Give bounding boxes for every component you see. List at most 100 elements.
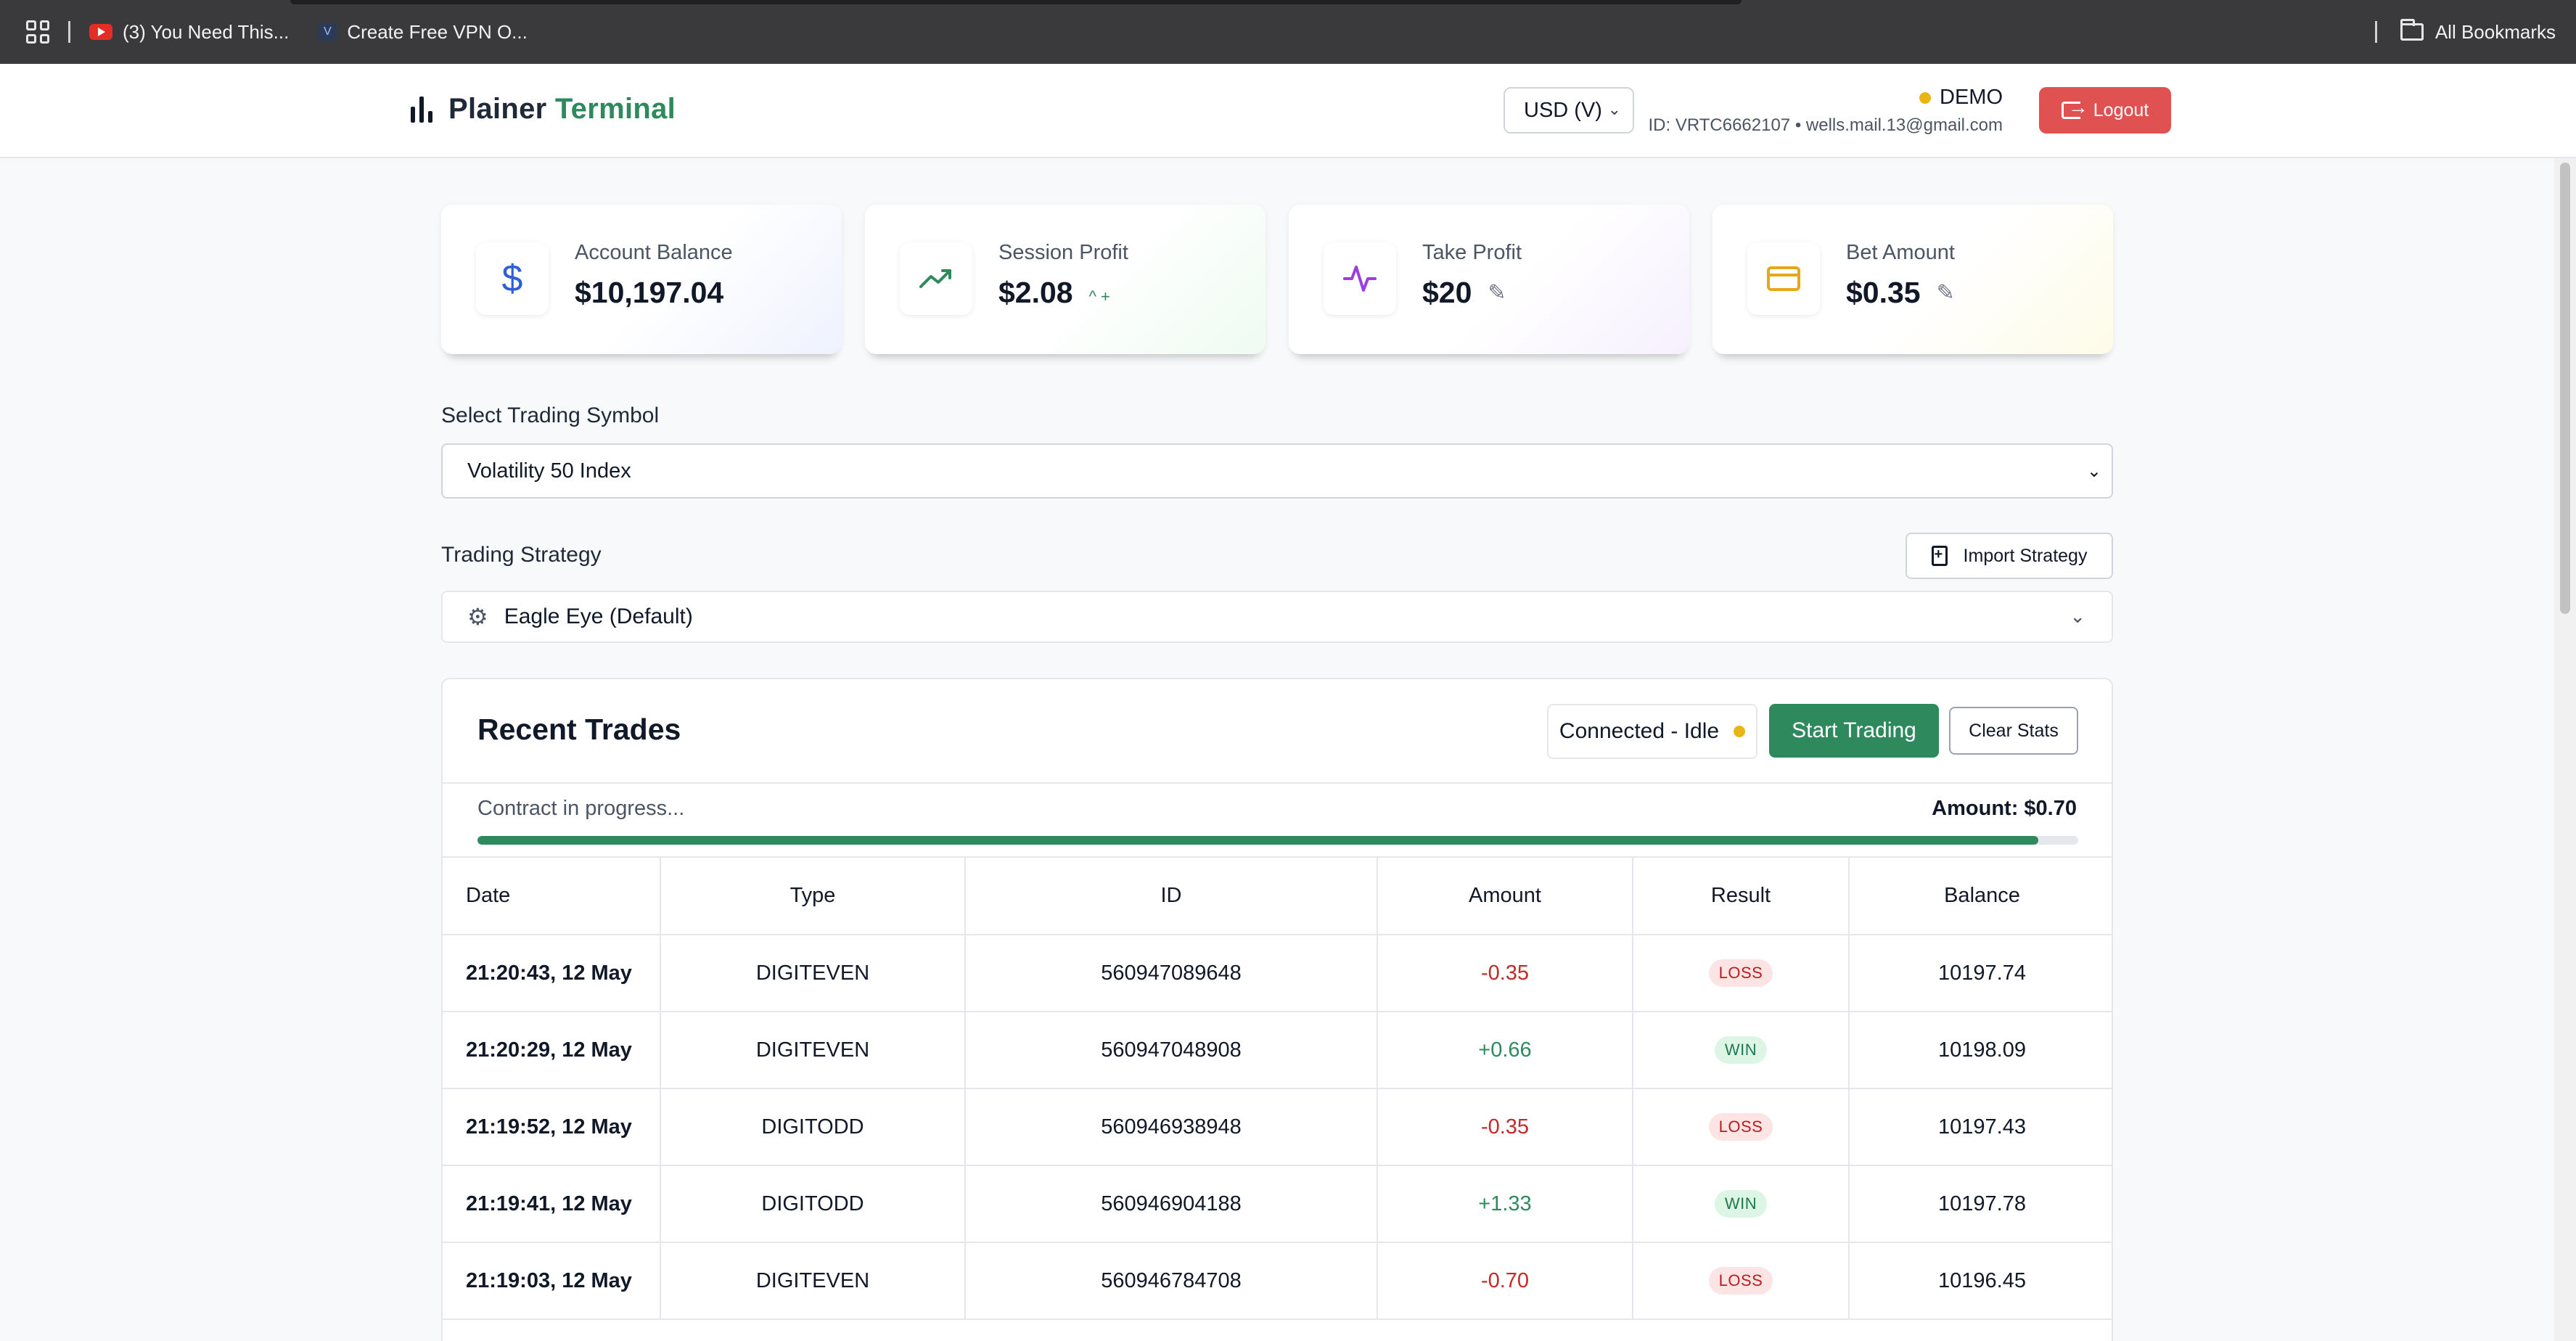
balance-cell: 10197.43: [1849, 1088, 2112, 1166]
all-bookmarks-button[interactable]: All Bookmarks: [2435, 21, 2556, 44]
table-row[interactable]: 21:20:29, 12 May DIGITEVEN 560947048908 +0.…: [443, 1012, 2112, 1089]
column-header-balance[interactable]: Balance: [1849, 858, 2112, 935]
card-label: Take Profit: [1422, 241, 1522, 264]
progress-fill: [477, 836, 2038, 845]
column-header-date[interactable]: Date: [443, 858, 661, 935]
logout-button[interactable]: Logout: [2039, 87, 2171, 134]
contract-progress-label: Contract in progress...: [477, 797, 685, 820]
import-strategy-label: Import Strategy: [1963, 545, 2088, 566]
result-badge: LOSS: [1708, 1267, 1773, 1295]
id-cell: 560946904188: [965, 1165, 1378, 1243]
id-cell: 560947048908: [965, 1012, 1378, 1089]
result-cell: LOSS: [1633, 1242, 1850, 1320]
clear-stats-button[interactable]: Clear Stats: [1949, 707, 2078, 755]
activity-icon: [1324, 242, 1396, 315]
table-row[interactable]: 21:19:41, 12 May DIGITODD 560946904188 +1.3…: [443, 1165, 2112, 1243]
card-value: $10,197.04: [575, 276, 723, 310]
dollar-icon: $: [476, 242, 549, 315]
recent-trades-title: Recent Trades: [477, 713, 681, 746]
date-cell: 21:19:52, 12 May: [443, 1088, 661, 1166]
bet-amount-value: $0.35: [1846, 276, 1921, 309]
browser-tab-edge: [290, 0, 1742, 4]
file-plus-icon: [1931, 546, 1948, 566]
app-logo[interactable]: Plainer Terminal: [411, 93, 676, 126]
vpn-site-icon: V: [318, 22, 337, 41]
balance-cell: 10197.74: [1849, 935, 2112, 1012]
account-mode: DEMO: [1940, 86, 2003, 109]
selected-strategy: Eagle Eye (Default): [504, 604, 693, 628]
card-value: $20 ✎: [1422, 276, 1506, 310]
column-header-id[interactable]: ID: [965, 858, 1378, 935]
column-header-amount[interactable]: Amount: [1377, 858, 1633, 935]
amount-cell: +0.66: [1377, 1012, 1633, 1089]
result-cell: WIN: [1633, 1165, 1850, 1243]
type-cell: DIGITODD: [660, 1088, 966, 1166]
result-badge: WIN: [1714, 1036, 1768, 1064]
import-strategy-button[interactable]: Import Strategy: [1906, 533, 2113, 579]
strategy-label: Trading Strategy: [441, 543, 602, 567]
date-cell: 21:20:43, 12 May: [443, 935, 661, 1012]
type-cell: DIGITODD: [660, 1165, 966, 1243]
balance-cell: 10197.78: [1849, 1165, 2112, 1243]
apps-grid-icon[interactable]: [26, 20, 49, 44]
bookmarks-separator: [2374, 21, 2377, 43]
bookmark-label: Create Free VPN O...: [347, 20, 528, 43]
page-scrollbar[interactable]: [2554, 158, 2576, 1341]
date-cell: 21:20:29, 12 May: [443, 1012, 661, 1089]
take-profit-value: $20: [1422, 276, 1472, 309]
balance-cell: 10198.09: [1849, 1012, 2112, 1089]
edit-take-profit-icon[interactable]: ✎: [1488, 280, 1506, 305]
account-id: ID: VRTC6662107 • wells.mail.13@gmail.co…: [1648, 115, 2003, 135]
card-label: Account Balance: [575, 241, 733, 264]
card-label: Bet Amount: [1846, 241, 1955, 264]
date-cell: 21:19:03, 12 May: [443, 1242, 661, 1320]
edit-bet-amount-icon[interactable]: ✎: [1937, 280, 1955, 305]
card-value: $0.35 ✎: [1846, 276, 1955, 310]
start-trading-button[interactable]: Start Trading: [1769, 704, 1939, 758]
result-cell: WIN: [1633, 1012, 1850, 1089]
currency-value: USD (V): [1524, 98, 1602, 122]
account-balance-card: $ Account Balance $10,197.04: [441, 205, 842, 354]
account-balance-value: $10,197.04: [575, 276, 724, 309]
folder-icon: [2400, 19, 2424, 41]
scrollbar-thumb[interactable]: [2560, 163, 2570, 614]
amount-cell: -0.35: [1377, 1088, 1633, 1166]
chevron-down-icon: ⌄: [2070, 605, 2085, 627]
chevron-down-icon: ⌄: [1607, 100, 1621, 118]
gear-icon: ⚙: [467, 604, 488, 630]
date-cell: 21:19:41, 12 May: [443, 1165, 661, 1243]
column-header-result[interactable]: Result: [1633, 858, 1850, 935]
card-label: Session Profit: [998, 241, 1128, 264]
table-row[interactable]: 21:20:43, 12 May DIGITEVEN 560947089648 -0.…: [443, 935, 2112, 1012]
bet-amount-card: Bet Amount $0.35 ✎: [1712, 205, 2113, 354]
bookmark-label: (3) You Need This...: [123, 20, 290, 43]
type-cell: DIGITEVEN: [660, 935, 966, 1012]
amount-cell: +1.33: [1377, 1165, 1633, 1243]
id-cell: 560946784708: [965, 1242, 1378, 1320]
column-header-type[interactable]: Type: [660, 858, 966, 935]
chevron-down-icon: ⌄: [2086, 462, 2101, 481]
session-profit-card: Session Profit $2.08 ^ +: [865, 205, 1266, 354]
youtube-icon: [89, 24, 112, 40]
take-profit-card: Take Profit $20 ✎: [1289, 205, 1689, 354]
table-row[interactable]: 21:19:52, 12 May DIGITODD 560946938948 -0.3…: [443, 1088, 2112, 1166]
bookmark-youtube[interactable]: (3) You Need This...: [89, 21, 289, 44]
strategy-select[interactable]: ⚙ Eagle Eye (Default) ⌄: [441, 591, 2113, 643]
bookmark-vpn[interactable]: V Create Free VPN O...: [318, 21, 528, 44]
currency-select[interactable]: USD (V) ⌄: [1504, 87, 1634, 134]
card-icon: [1747, 242, 1820, 315]
trades-table: Date Type ID Amount Result Balance 21:20…: [443, 858, 2112, 1320]
connection-status-text: Connected - Idle: [1559, 719, 1720, 743]
id-cell: 560946938948: [965, 1088, 1378, 1166]
logout-icon: [2061, 96, 2088, 119]
table-row[interactable]: 21:19:03, 12 May DIGITEVEN 560946784708 -0.…: [443, 1242, 2112, 1320]
card-value: $2.08 ^ +: [998, 276, 1110, 310]
contract-amount: Amount: $0.70: [1932, 797, 2077, 820]
amount-cell: -0.70: [1377, 1242, 1633, 1320]
result-badge: WIN: [1714, 1190, 1768, 1218]
contract-progress-bar: [477, 836, 2078, 845]
browser-bookmarks-bar: (3) You Need This... V Create Free VPN O…: [0, 0, 2576, 64]
table-header-row: Date Type ID Amount Result Balance: [443, 858, 2112, 935]
trading-symbol-select[interactable]: Volatility 50 Index ⌄: [441, 443, 2113, 499]
type-cell: DIGITEVEN: [660, 1012, 966, 1089]
